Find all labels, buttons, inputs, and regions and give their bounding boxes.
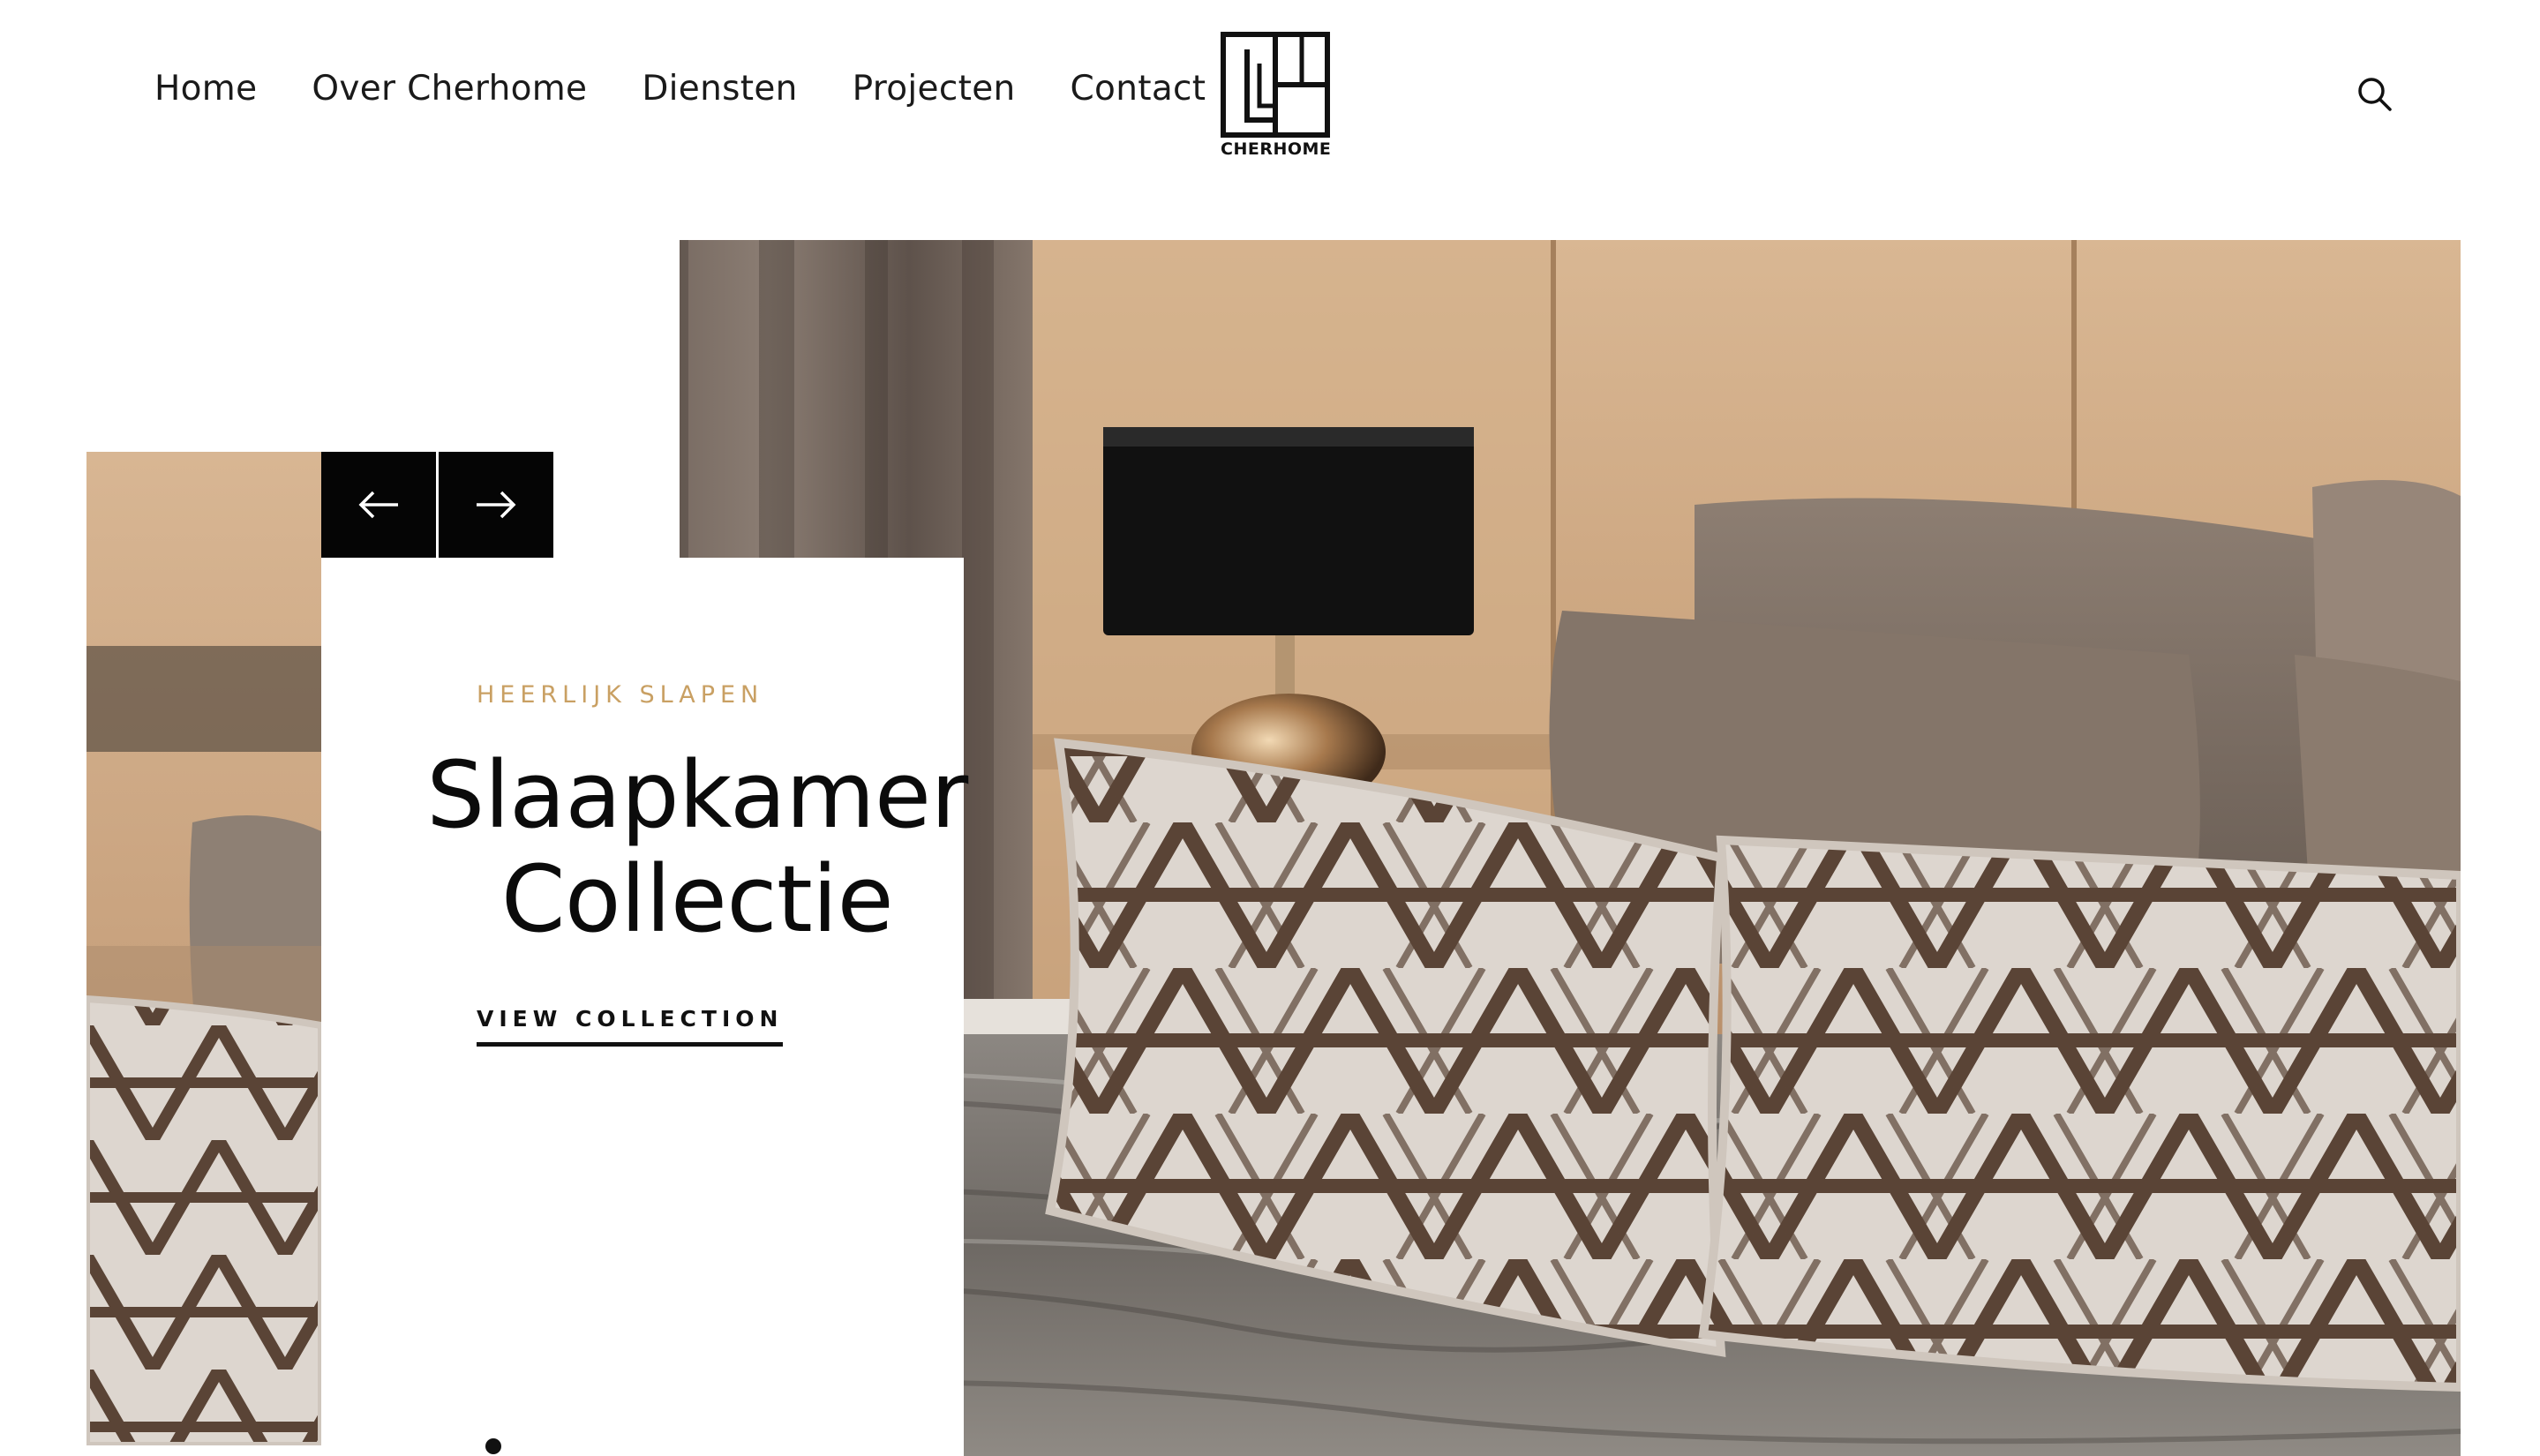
site-header: Home Over Cherhome Diensten Projecten Co… <box>0 0 2540 203</box>
arrow-left-icon <box>358 491 398 519</box>
slider-arrows <box>321 452 553 558</box>
logo-mark-icon <box>1221 32 1330 138</box>
next-slide-button[interactable] <box>439 452 553 558</box>
logo-wordmark: CHERHOME <box>1221 139 1332 159</box>
main-nav: Home Over Cherhome Diensten Projecten Co… <box>154 69 1260 109</box>
view-collection-link[interactable]: VIEW COLLECTION <box>477 1006 784 1047</box>
slide-pagination-dot[interactable] <box>485 1438 501 1454</box>
search-icon[interactable] <box>2356 76 2393 113</box>
arrow-right-icon <box>477 491 516 519</box>
slide-eyebrow: HEERLIJK SLAPEN <box>477 681 764 709</box>
nav-item-projecten[interactable]: Projecten <box>853 69 1016 109</box>
slide-title-line-1: Slaapkamer <box>426 741 968 849</box>
previous-slide-image <box>86 452 321 1445</box>
slide-title-line-2: Collectie <box>500 845 894 953</box>
nav-item-contact[interactable]: Contact <box>1071 69 1206 109</box>
slide-caption-card: HEERLIJK SLAPEN Slaapkamer Collectie VIE… <box>321 558 968 1456</box>
prev-slide-button[interactable] <box>321 452 436 558</box>
slide-title: Slaapkamer Collectie <box>415 743 980 951</box>
site-logo[interactable]: CHERHOME <box>1221 32 1332 164</box>
nav-item-over-cherhome[interactable]: Over Cherhome <box>312 69 587 109</box>
nav-item-home[interactable]: Home <box>154 69 257 109</box>
nav-item-diensten[interactable]: Diensten <box>642 69 797 109</box>
